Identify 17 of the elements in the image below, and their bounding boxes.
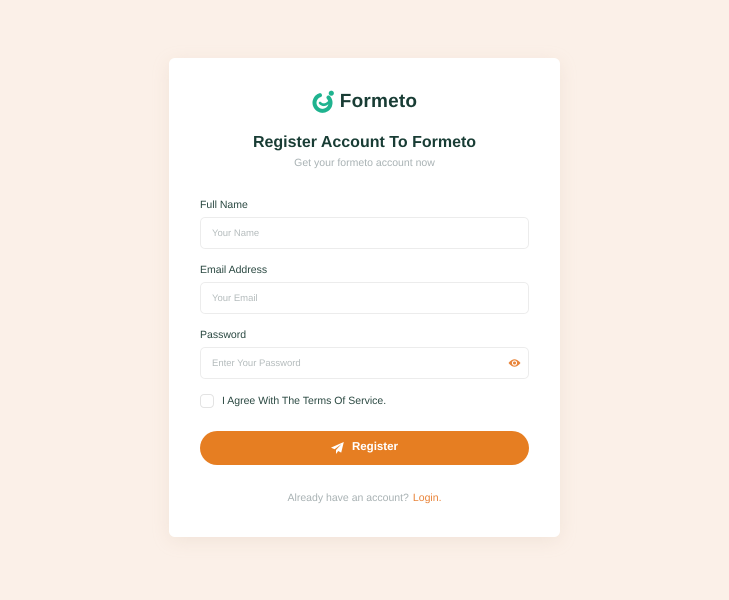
page-subtitle: Get your formeto account now	[293, 156, 436, 170]
page-title: Register Account To Formeto	[252, 133, 478, 153]
field-label: Password	[200, 328, 246, 342]
input-field[interactable]: Your Name	[200, 217, 529, 249]
terms-checkbox[interactable]	[200, 394, 214, 408]
input-field[interactable]: Enter Your Password	[200, 347, 529, 379]
eye-icon[interactable]	[508, 358, 521, 368]
logo-icon	[312, 90, 336, 114]
field-label: Full Name	[200, 198, 248, 212]
account-prompt: Already have an account?	[287, 491, 409, 505]
terms-label: I Agree With The Terms Of Service.	[222, 394, 386, 408]
register-button[interactable]: Register	[200, 431, 529, 465]
field-label: Email Address	[200, 263, 268, 277]
input-field[interactable]: Your Email	[200, 282, 529, 314]
paper-plane-icon	[330, 442, 344, 454]
logo-text: Formeto	[340, 90, 418, 114]
login-link[interactable]: Login.	[412, 491, 442, 505]
